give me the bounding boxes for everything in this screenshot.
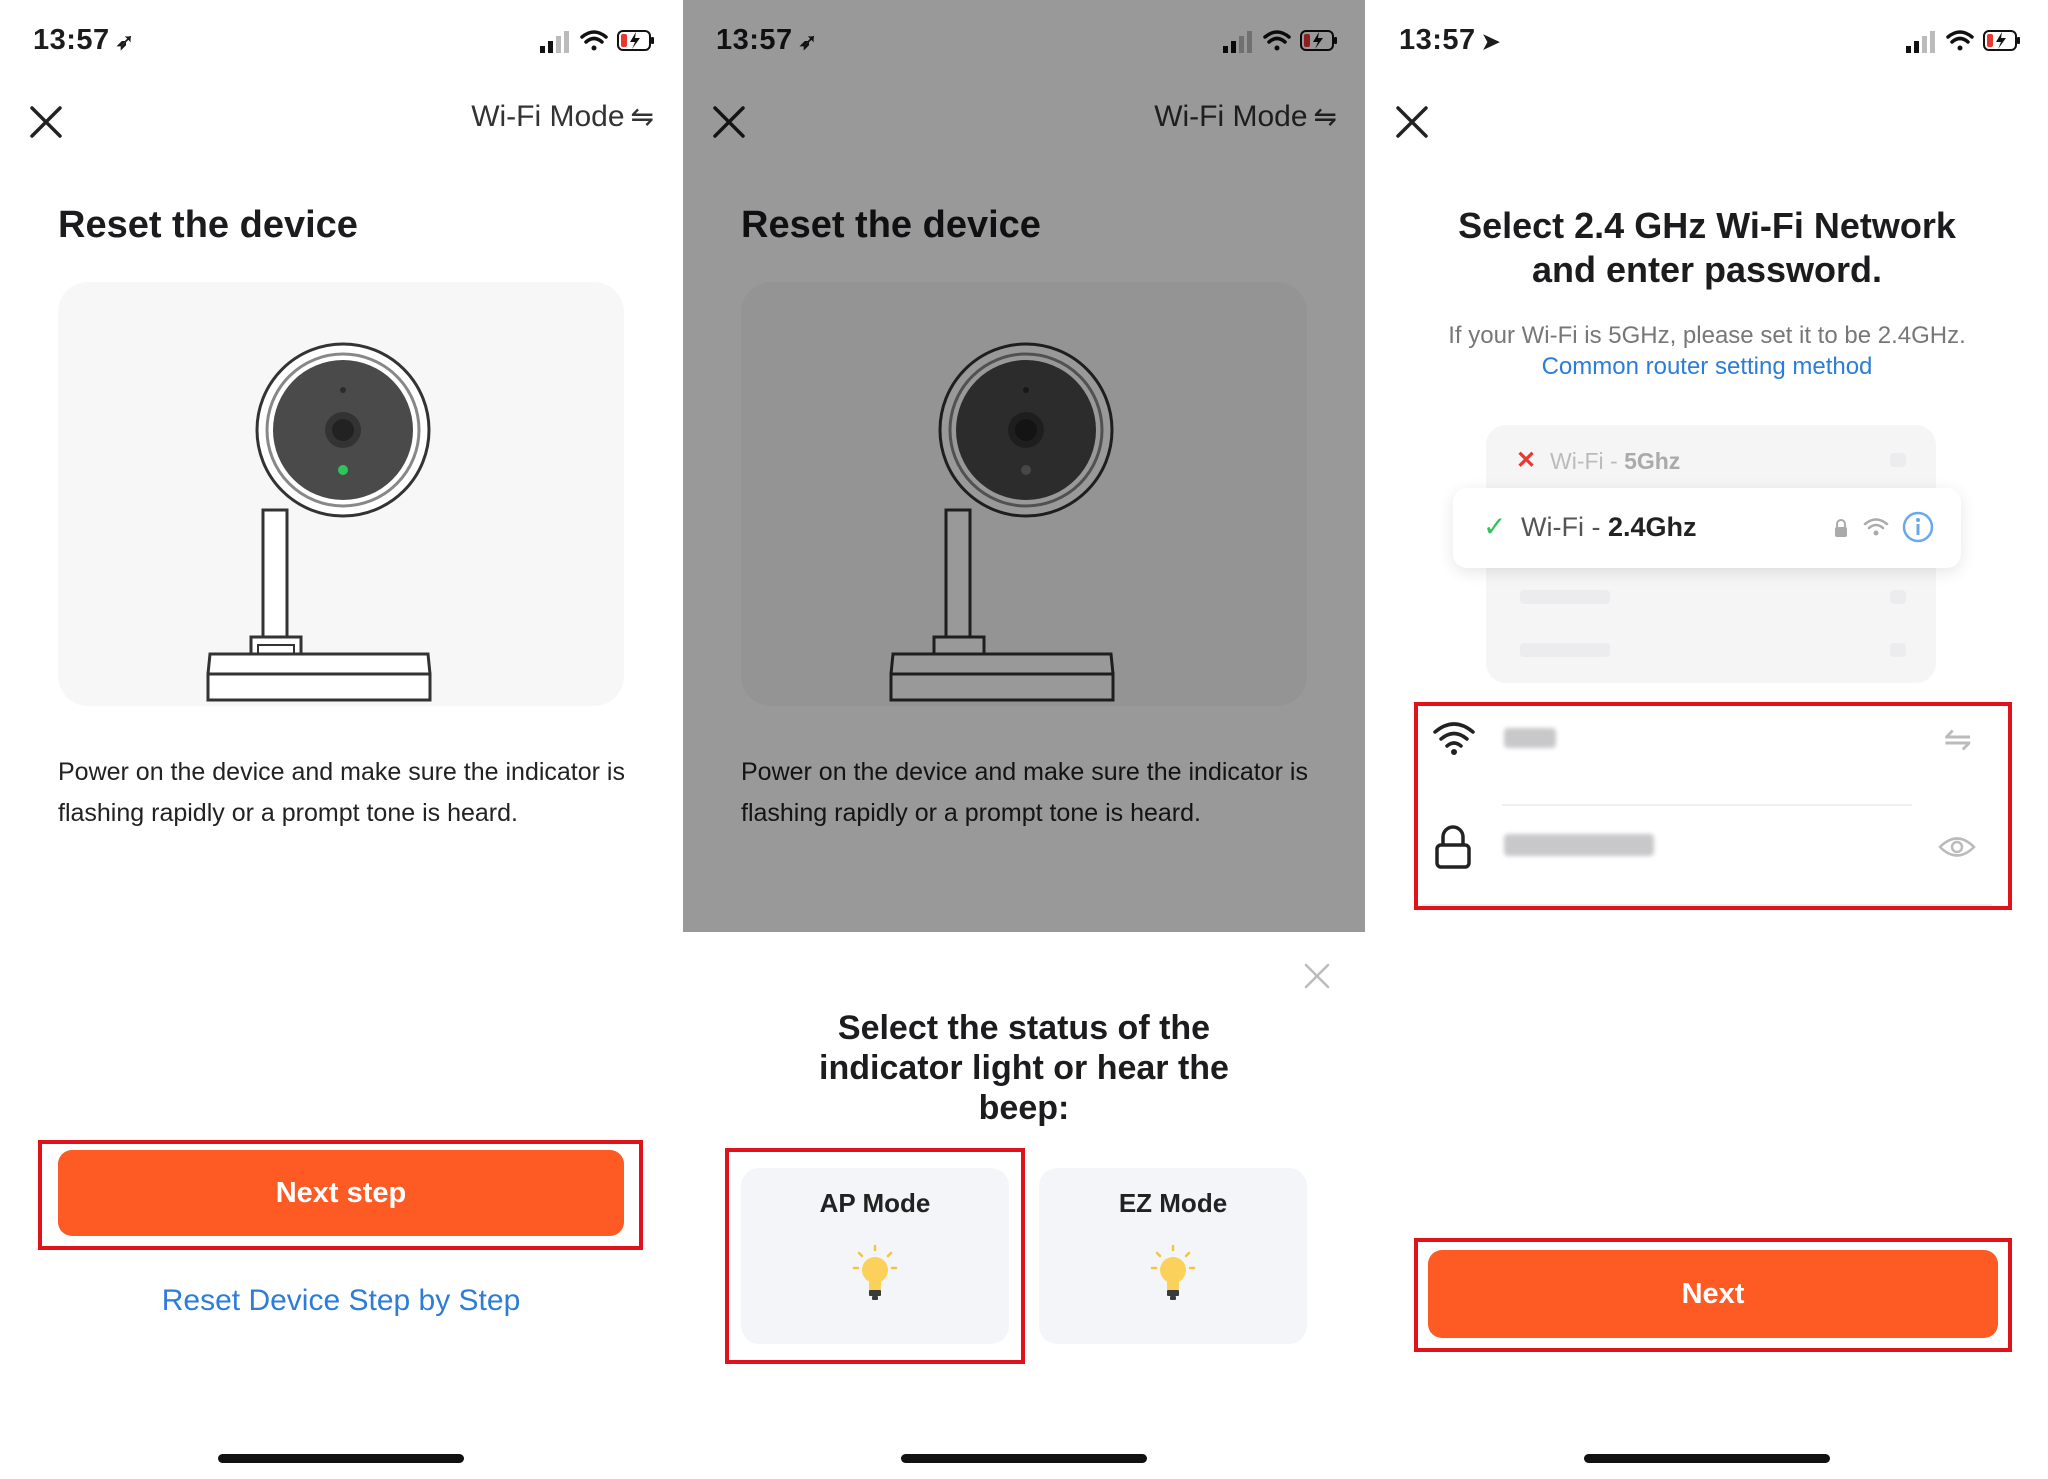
battery-charging-icon [617,30,654,51]
home-indicator [1584,1454,1830,1463]
eye-icon[interactable] [1938,834,1976,860]
bulb-icon [1150,1244,1196,1300]
wifi-mode-switch[interactable]: Wi-Fi Mode ⇋ [471,100,654,134]
signal-icon [1906,31,1935,53]
router-setting-link[interactable]: Common router setting method [1542,353,1873,380]
password-value [1504,834,1654,856]
info-icon [1902,511,1934,543]
wifi-note: If your Wi-Fi is 5GHz, please set it to … [1426,320,1988,382]
status-time: 13:57 ➤ [1399,24,1501,56]
placeholder-bar [1520,643,1610,657]
wifi-5g-band: 5Ghz [1624,448,1681,474]
page-title: Select 2.4 GHz Wi-Fi Network and enter p… [1458,205,1956,290]
close-icon[interactable] [1394,104,1430,140]
location-arrow-icon: ➶ [115,29,135,54]
status-icons [1906,30,2020,53]
device-illustration [58,282,624,706]
wifi-icon [1946,30,1974,51]
page-title: Reset the device [58,204,358,246]
divider [1422,904,1992,906]
signal-icon [540,31,569,53]
wifi-icon [1433,722,1475,755]
option-label: AP Mode [819,1188,931,1218]
battery-charging-icon [1983,30,2020,51]
sheet-close-icon[interactable] [1303,962,1331,990]
wifi-name-field[interactable]: ⇋ [1422,706,1992,806]
option-label: EZ Mode [1118,1188,1228,1218]
reset-step-by-step-link[interactable]: Reset Device Step by Step [0,1284,682,1318]
wifi-24g-prefix: Wi-Fi - [1521,512,1608,542]
location-arrow-icon: ➤ [1481,29,1501,54]
camera-illustration [206,342,432,702]
lock-icon [1435,825,1471,869]
ap-mode-option[interactable]: AP Mode [741,1168,1009,1344]
wifi-password-field[interactable] [1422,806,1992,906]
wifi-icon [1863,518,1889,536]
screen-select-indicator: 13:57 ➶ Wi-Fi Mode ⇋ Reset the device Powe… [683,0,1365,1479]
modal-backdrop[interactable] [683,0,1365,932]
wifi-note-text: If your Wi-Fi is 5GHz, please set it to … [1448,322,1966,349]
wifi-24g-band: 2.4Ghz [1607,512,1697,542]
next-step-button[interactable]: Next step [58,1150,624,1236]
wifi-5g-prefix: Wi-Fi - [1550,448,1625,474]
placeholder-bar [1890,643,1906,657]
placeholder-bar [1890,590,1906,604]
lock-icon [1835,519,1847,537]
close-icon[interactable] [28,104,64,140]
wifi-icon [580,30,608,51]
ez-mode-option[interactable]: EZ Mode [1039,1168,1307,1344]
status-time: 13:57 ➶ [33,24,135,56]
screen-reset-device: 13:57 ➶ Wi-Fi Mode ⇋ Reset the device Powe… [0,0,682,1479]
bulb-icon [852,1244,898,1300]
home-indicator [901,1454,1147,1463]
instruction-text: Power on the device and make sure the in… [58,758,625,827]
wifi-24g-row: ✓ Wi-Fi - 2.4Ghz [1453,488,1961,568]
indicator-light [338,465,348,475]
swap-arrows-icon: ⇋ [630,101,654,132]
home-indicator [218,1454,464,1463]
next-button[interactable]: Next [1428,1250,1998,1338]
wifi-name-value [1504,728,1556,748]
sheet-title: Select the status of the indicator light… [819,1009,1229,1127]
screen-select-wifi: 13:57 ➤ Select 2.4 GHz Wi-Fi Network and … [1366,0,2048,1479]
placeholder-bar [1520,590,1610,604]
cross-icon: ✕ [1516,447,1537,474]
status-icons [540,30,654,53]
wifi-5g-row: ✕ Wi-Fi - 5Ghz [1486,440,1936,480]
swap-arrows-icon[interactable]: ⇋ [1944,720,1973,760]
check-icon: ✓ [1483,511,1507,542]
